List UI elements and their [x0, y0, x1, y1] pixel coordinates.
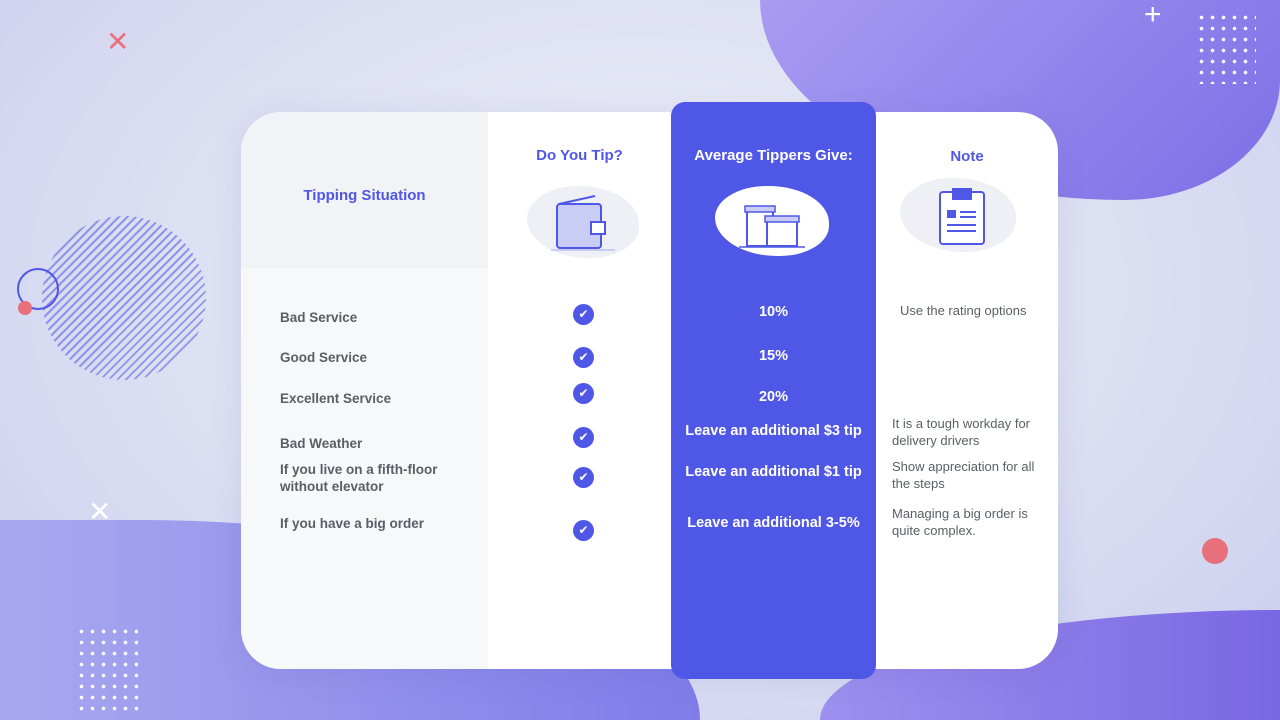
average-value: 15% [758, 348, 789, 364]
gift-boxes-icon [715, 186, 829, 256]
check-circle-icon: ✔ [573, 347, 594, 368]
situation-label: Good Service [280, 350, 368, 365]
header-situation: Tipping Situation [303, 187, 426, 204]
clipboard-icon [900, 178, 1016, 252]
situation-label: If you live on a fifth-floor without ele… [280, 462, 438, 494]
decor-dot-grid [1196, 12, 1256, 84]
header-note: Note [950, 148, 984, 165]
situation-label: Bad Weather [280, 436, 363, 451]
decor-dot [18, 301, 32, 315]
decor-dot-grid [76, 626, 138, 714]
check-circle-icon: ✔ [573, 467, 594, 488]
check-circle-icon: ✔ [573, 383, 594, 404]
decor-dot [1202, 538, 1228, 564]
situation-label: Excellent Service [280, 391, 392, 406]
situation-label: Bad Service [280, 310, 358, 325]
note-text: Show appreciation for all the steps [892, 459, 1035, 491]
average-value: Leave an additional $1 tip [685, 464, 862, 480]
situation-label: If you have a big order [280, 516, 425, 531]
header-do-you-tip: Do You Tip? [536, 147, 623, 164]
note-text: Managing a big order is quite complex. [892, 506, 1028, 538]
header-average: Average Tippers Give: [694, 147, 853, 164]
decor-x-mark: ✕ [106, 26, 130, 57]
note-text: It is a tough workday for delivery drive… [892, 416, 1031, 448]
average-value: Leave an additional 3-5% [687, 515, 860, 531]
average-value: Leave an additional $3 tip [685, 423, 862, 439]
decor-plus-mark: ✕ [88, 496, 112, 527]
wallet-icon [527, 186, 639, 258]
check-circle-icon: ✔ [573, 427, 594, 448]
note-text: Use the rating options [900, 303, 1027, 318]
check-circle-icon: ✔ [573, 304, 594, 325]
average-value: 10% [758, 304, 789, 320]
decor-striped-circle [42, 216, 206, 380]
check-circle-icon: ✔ [573, 520, 594, 541]
average-value: 20% [758, 389, 789, 405]
decor-plus-mark: + [1144, 0, 1162, 31]
